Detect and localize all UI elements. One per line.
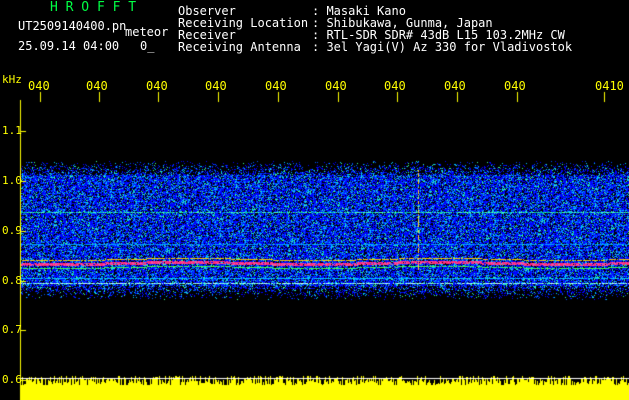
time-label-1: 040 bbox=[28, 79, 50, 93]
time-label-6: 040 bbox=[325, 79, 347, 93]
filename: UT2509140400.pn bbox=[18, 19, 127, 33]
hrofft-title: H R O F F T bbox=[50, 0, 137, 15]
info-label-antenna: Receiving Antenna bbox=[178, 40, 301, 54]
time-label-10: 0410 bbox=[595, 79, 624, 93]
time-label-2: 040 bbox=[86, 79, 108, 93]
freq-unit: kHz bbox=[2, 73, 22, 86]
freq-label-0-7: 0.7 bbox=[2, 323, 22, 336]
time-label-4: 040 bbox=[205, 79, 227, 93]
time-label-3: 040 bbox=[146, 79, 168, 93]
info-value-antenna: : 3el Yagi(V) Az 330 for Vladivostok bbox=[312, 40, 573, 54]
time-label-8: 040 bbox=[444, 79, 466, 93]
freq-label-0-8: 0.8 bbox=[2, 274, 22, 287]
meteor-label: meteor bbox=[125, 25, 169, 39]
freq-label-0-6: 0.6 bbox=[2, 373, 22, 386]
time-label-7: 040 bbox=[384, 79, 406, 93]
freq-label-0-9: 0.9 bbox=[2, 224, 22, 237]
counter: 0_ bbox=[140, 39, 155, 53]
freq-label-1-0: 1.0 bbox=[2, 174, 22, 187]
freq-label-1-1: 1.1 bbox=[2, 124, 22, 137]
spectrogram-canvas bbox=[0, 0, 629, 400]
time-label-9: 040 bbox=[504, 79, 526, 93]
datetime: 25.09.14 04:00 bbox=[18, 39, 120, 53]
time-label-5: 040 bbox=[265, 79, 287, 93]
